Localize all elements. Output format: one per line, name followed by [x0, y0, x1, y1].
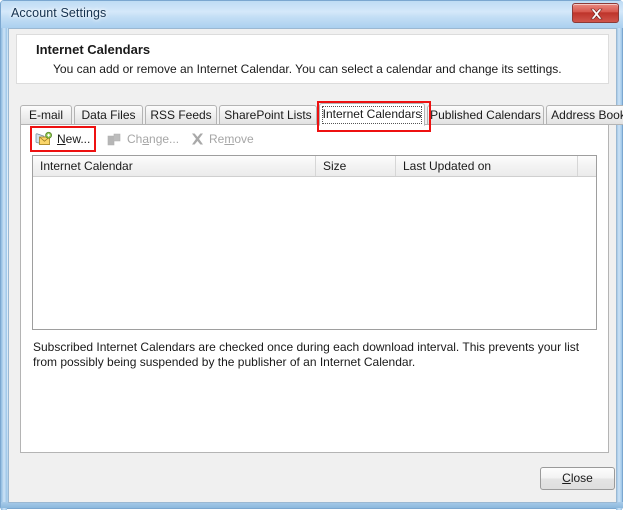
column-header-spacer[interactable] — [578, 156, 596, 176]
page-subtitle: You can add or remove an Internet Calend… — [53, 62, 562, 76]
tab-published-calendars[interactable]: Published Calendars — [427, 105, 544, 125]
change-button-label-pre: Ch — [127, 132, 143, 146]
tab-rss-feeds[interactable]: RSS Feeds — [145, 105, 217, 125]
remove-button-label: Remove — [209, 132, 254, 146]
tab-data-files[interactable]: Data Files — [74, 105, 143, 125]
tab-sharepoint-lists[interactable]: SharePoint Lists — [219, 105, 317, 125]
footnote-text: Subscribed Internet Calendars are checke… — [33, 340, 580, 369]
change-folder-icon — [107, 133, 121, 145]
new-button[interactable]: New... — [35, 129, 90, 149]
new-calendar-envelope-icon — [35, 131, 52, 145]
close-dialog-button-accel: C — [562, 471, 571, 485]
internet-calendars-list[interactable]: Internet Calendar Size Last Updated on — [32, 155, 597, 330]
column-header-internet-calendar[interactable]: Internet Calendar — [33, 156, 316, 176]
column-header-size[interactable]: Size — [316, 156, 396, 176]
tab-label: E-mail — [28, 108, 63, 122]
tab-label: Address Books — [551, 108, 623, 122]
tab-email[interactable]: E-mail — [20, 105, 72, 125]
dialog-header-band: Internet Calendars You can add or remove… — [16, 34, 609, 84]
remove-button-label-pre: Re — [209, 132, 225, 146]
title-bar: Account Settings — [1, 1, 623, 28]
toolbar: New... Change... Remove — [21, 125, 608, 153]
change-button[interactable]: Change... — [107, 129, 179, 149]
tab-label: Internet Calendars — [322, 107, 422, 121]
window-title: Account Settings — [11, 6, 107, 20]
close-dialog-button-label-rest: lose — [570, 471, 593, 485]
internet-calendars-tab-page: New... Change... Remove Internet Calenda… — [20, 124, 609, 453]
dialog-client-area: Internet Calendars You can add or remove… — [8, 28, 623, 503]
remove-button-accel: m — [224, 132, 235, 146]
column-header-last-updated-on[interactable]: Last Updated on — [396, 156, 578, 176]
tab-address-books[interactable]: Address Books — [546, 105, 623, 125]
new-button-label-rest: ew... — [65, 132, 91, 146]
close-dialog-button[interactable]: Close — [540, 467, 615, 490]
remove-button-label-rest: ove — [234, 132, 254, 146]
remove-button[interactable]: Remove — [190, 129, 254, 149]
tab-strip: E-mail Data Files RSS Feeds SharePoint L… — [20, 101, 623, 132]
window-close-button[interactable] — [572, 3, 619, 23]
list-header-row: Internet Calendar Size Last Updated on — [33, 156, 596, 177]
page-title: Internet Calendars — [36, 42, 151, 57]
new-button-accel: N — [57, 132, 66, 146]
change-button-label-rest: nge... — [149, 132, 180, 146]
account-settings-window: Account Settings Internet Calendars You … — [0, 0, 623, 510]
tab-label: Data Files — [81, 108, 136, 122]
window-frame-left — [1, 1, 7, 510]
change-button-label: Change... — [127, 132, 179, 146]
list-body-empty[interactable] — [33, 177, 596, 329]
remove-x-icon — [192, 133, 203, 145]
tab-label: Published Calendars — [430, 108, 541, 122]
new-button-label: New... — [57, 132, 90, 146]
tab-label: SharePoint Lists — [224, 108, 312, 122]
close-x-icon — [590, 8, 603, 20]
tab-internet-calendars[interactable]: Internet Calendars — [319, 103, 425, 126]
tab-label: RSS Feeds — [150, 108, 212, 122]
